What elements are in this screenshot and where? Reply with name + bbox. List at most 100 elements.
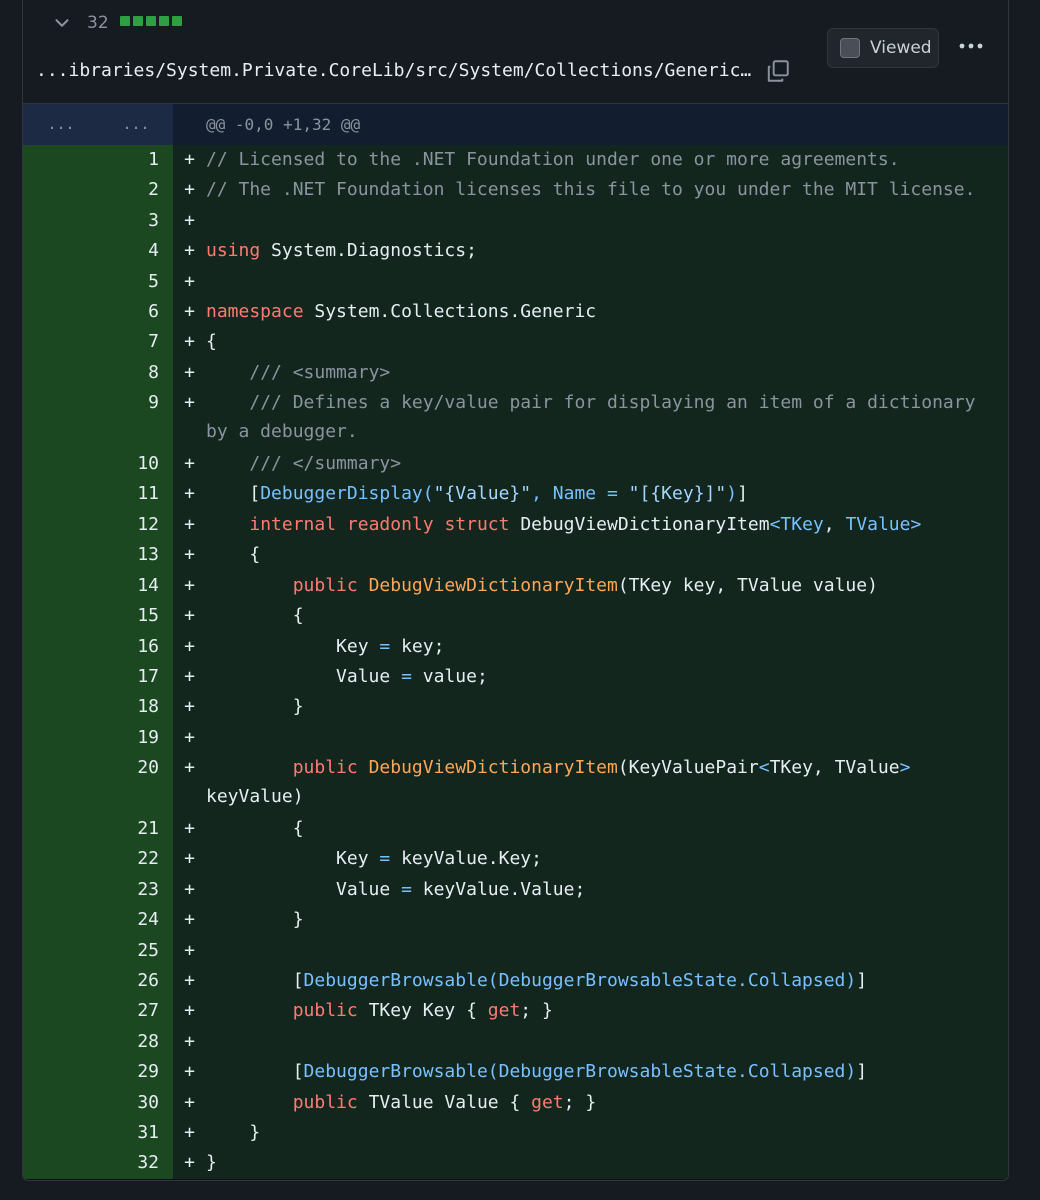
old-line-number: [23, 874, 99, 906]
code-token: TValue>: [845, 513, 922, 535]
hunk-header-row: ... ... @@ -0,0 +1,32 @@: [23, 104, 1008, 145]
new-line-number[interactable]: 7: [99, 327, 173, 358]
wrapped-continuation: by a debugger.: [206, 421, 358, 442]
code-token: Value: [206, 878, 402, 900]
code-content: public TKey Key { get; }: [206, 996, 1008, 1027]
hunk-header-text: @@ -0,0 +1,32 @@: [206, 115, 361, 134]
new-line-number[interactable]: 13: [99, 540, 173, 571]
code-token: DebuggerDisplay(: [260, 483, 434, 505]
code-token: =: [379, 635, 391, 657]
addition-marker: +: [173, 175, 206, 206]
old-line-number: [23, 327, 99, 358]
addition-marker: +: [173, 631, 206, 662]
new-line-number[interactable]: 30: [99, 1087, 173, 1118]
new-line-number[interactable]: 2: [99, 175, 173, 206]
viewed-checkbox[interactable]: [840, 38, 860, 58]
old-line-number: [23, 661, 99, 693]
new-line-number[interactable]: 11: [99, 479, 173, 510]
new-line-number[interactable]: 18: [99, 692, 173, 723]
expand-up-button[interactable]: ...: [23, 104, 99, 145]
new-line-number[interactable]: 22: [99, 844, 173, 875]
code-token: struct: [444, 513, 510, 535]
new-line-number[interactable]: 24: [99, 905, 173, 936]
new-line-number[interactable]: 1: [99, 145, 173, 176]
code-token: [: [206, 969, 304, 991]
addition-marker: +: [173, 479, 206, 510]
new-line-number[interactable]: 10: [99, 449, 173, 480]
viewed-toggle[interactable]: Viewed: [827, 28, 939, 68]
new-line-number[interactable]: 25: [99, 935, 173, 966]
new-line-number[interactable]: 31: [99, 1118, 173, 1149]
code-token: DebugViewDictionaryItem: [368, 757, 618, 779]
addition-marker: +: [173, 905, 206, 936]
code-token: keyValue.Key;: [390, 848, 542, 870]
code-content: }: [206, 1148, 1008, 1179]
diff-line: 27 + public TKey Key { get; }: [23, 996, 1008, 1027]
new-line-number[interactable]: 3: [99, 205, 173, 237]
code-token: (TKey key, TValue value): [617, 574, 878, 596]
new-line-number[interactable]: 32: [99, 1148, 173, 1179]
code-token: TValue Value {: [357, 1091, 532, 1113]
diff-code-table: 1 +// Licensed to the .NET Foundation und…: [23, 145, 1008, 1179]
expand-down-button[interactable]: ...: [99, 104, 173, 145]
code-token: namespace: [206, 301, 304, 323]
new-line-number[interactable]: 23: [99, 874, 173, 906]
code-token: by a debugger.: [206, 420, 358, 442]
new-line-number[interactable]: 12: [99, 509, 173, 541]
code-token: System.Collections.Generic: [303, 301, 597, 323]
addition-marker: +: [173, 692, 206, 723]
code-content: Value = value;: [206, 661, 1008, 693]
code-content: [DebuggerBrowsable(DebuggerBrowsableStat…: [206, 965, 1008, 997]
new-line-number[interactable]: 14: [99, 570, 173, 602]
diff-line: 19 +: [23, 722, 1008, 754]
diff-line: 29 + [DebuggerBrowsable(DebuggerBrowsable…: [23, 1057, 1008, 1088]
code-token: "[{Key}]": [628, 483, 727, 505]
old-line-number: [23, 813, 99, 845]
new-line-number[interactable]: 16: [99, 631, 173, 662]
new-line-number[interactable]: 15: [99, 601, 173, 632]
code-token: {: [206, 605, 304, 627]
code-token: ,: [823, 513, 846, 535]
code-content: [206, 266, 1008, 298]
new-line-number[interactable]: 17: [99, 661, 173, 693]
new-line-number[interactable]: 21: [99, 813, 173, 845]
diff-line: 18 + }: [23, 692, 1008, 723]
code-token: DebuggerBrowsable(DebuggerBrowsableState…: [303, 1061, 857, 1083]
old-line-number: [23, 145, 99, 176]
code-token: ): [726, 483, 738, 505]
code-token: public: [292, 1091, 358, 1113]
code-token: // The .NET Foundation licenses this fil…: [206, 179, 976, 201]
old-line-number: [23, 540, 99, 571]
chevron-down-icon[interactable]: [51, 12, 73, 34]
new-line-number[interactable]: 9: [99, 388, 173, 450]
code-token: Key: [206, 848, 380, 870]
copy-icon[interactable]: [765, 58, 791, 84]
new-line-number[interactable]: 19: [99, 722, 173, 754]
new-line-number[interactable]: 29: [99, 1057, 173, 1088]
new-line-number[interactable]: 20: [99, 753, 173, 814]
more-options-icon[interactable]: [957, 36, 985, 56]
old-line-number: [23, 509, 99, 541]
code-token: ; }: [520, 1000, 553, 1022]
new-line-number[interactable]: 6: [99, 297, 173, 328]
code-content: Value = keyValue.Value;: [206, 874, 1008, 906]
old-line-number: [23, 996, 99, 1027]
new-line-number[interactable]: 26: [99, 965, 173, 997]
new-line-number[interactable]: 8: [99, 357, 173, 389]
code-token: Value: [206, 665, 402, 687]
file-path-link[interactable]: ...ibraries/System.Private.CoreLib/src/S…: [36, 60, 751, 81]
new-line-number[interactable]: 5: [99, 266, 173, 298]
new-line-number[interactable]: 4: [99, 236, 173, 267]
code-content: public DebugViewDictionaryItem(TKey key,…: [206, 570, 1008, 602]
addition-marker: +: [173, 996, 206, 1027]
addition-marker: +: [173, 601, 206, 632]
new-line-number[interactable]: 28: [99, 1026, 173, 1058]
addition-marker: +: [173, 661, 206, 693]
new-line-number[interactable]: 27: [99, 996, 173, 1027]
diff-line: 13 + {: [23, 540, 1008, 571]
addition-marker: +: [173, 236, 206, 267]
